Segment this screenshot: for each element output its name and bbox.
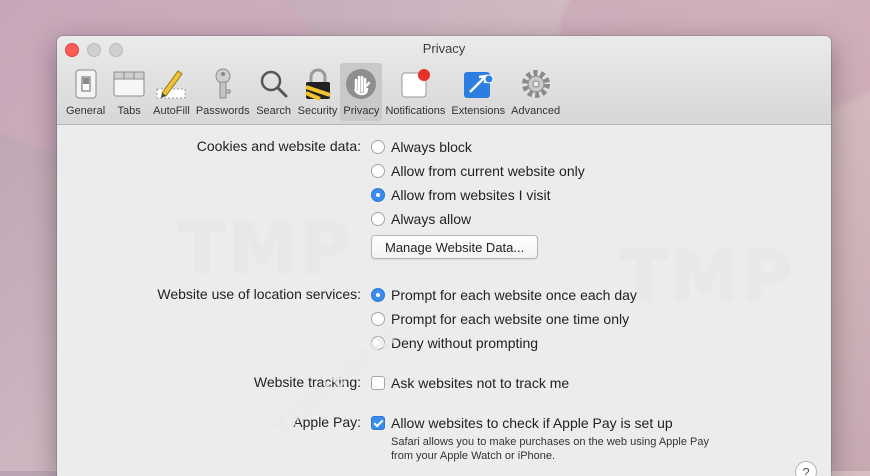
apple-pay-option[interactable]: Allow websites to check if Apple Pay is … — [371, 411, 731, 435]
location-label: Website use of location services: — [157, 286, 361, 302]
tabs-icon — [111, 66, 147, 102]
radio-always-allow[interactable] — [371, 212, 385, 226]
gear-icon — [518, 66, 554, 102]
tab-general[interactable]: General — [63, 63, 108, 121]
search-icon — [256, 66, 292, 102]
key-icon — [205, 66, 241, 102]
tracking-checkbox[interactable] — [371, 376, 385, 390]
apple-pay-note: Safari allows you to make purchases on t… — [391, 436, 709, 462]
general-switch-icon — [68, 66, 104, 102]
cookies-option-always-block[interactable]: Always block — [371, 135, 585, 159]
tracking-option[interactable]: Ask websites not to track me — [371, 371, 569, 395]
radio-always-block[interactable] — [371, 140, 385, 154]
title-bar: Privacy General Tabs AutoFill Passwords … — [57, 36, 831, 125]
cookies-options: Always block Allow from current website … — [371, 135, 585, 259]
radio-websites-i-visit[interactable] — [371, 188, 385, 202]
cookies-option-current-website[interactable]: Allow from current website only — [371, 159, 585, 183]
window-title: Privacy — [422, 41, 466, 56]
radio-one-time-only[interactable] — [371, 312, 385, 326]
radio-once-each-day[interactable] — [371, 288, 385, 302]
tracking-label: Website tracking: — [253, 374, 361, 390]
cookies-section: Cookies and website data: Always block A… — [57, 135, 831, 259]
apple-pay-section: Apple Pay: Allow websites to check if Ap… — [57, 411, 831, 463]
manage-website-data-button[interactable]: Manage Website Data... — [371, 235, 539, 259]
cookies-option-always-allow[interactable]: Always allow — [371, 207, 585, 231]
hand-icon — [343, 66, 379, 102]
tab-privacy[interactable]: Privacy — [340, 63, 383, 121]
tab-extensions[interactable]: Extensions — [448, 63, 508, 121]
help-button[interactable]: ? — [795, 461, 817, 476]
apple-pay-checkbox[interactable] — [371, 416, 385, 430]
cookies-option-websites-i-visit[interactable]: Allow from websites I visit — [371, 183, 585, 207]
privacy-pane: Cookies and website data: Always block A… — [57, 125, 831, 476]
notifications-icon — [397, 66, 433, 102]
preferences-toolbar: General Tabs AutoFill Passwords Search S… — [63, 63, 563, 121]
tab-search[interactable]: Search — [253, 63, 295, 121]
location-options: Prompt for each website once each day Pr… — [371, 283, 637, 355]
location-option-once-each-day[interactable]: Prompt for each website once each day — [371, 283, 637, 307]
location-option-deny[interactable]: Deny without prompting — [371, 331, 637, 355]
tab-tabs[interactable]: Tabs — [108, 63, 150, 121]
pencil-icon — [153, 66, 189, 102]
radio-deny[interactable] — [371, 336, 385, 350]
tab-passwords[interactable]: Passwords — [193, 63, 253, 121]
tab-notifications[interactable]: Notifications — [382, 63, 448, 121]
safari-preferences-window: Privacy General Tabs AutoFill Passwords … — [57, 36, 831, 476]
location-option-one-time-only[interactable]: Prompt for each website one time only — [371, 307, 637, 331]
lock-icon — [300, 66, 336, 102]
tracking-section: Website tracking: Ask websites not to tr… — [57, 371, 831, 395]
extensions-icon — [460, 66, 496, 102]
tab-autofill[interactable]: AutoFill — [150, 63, 193, 121]
radio-current-website[interactable] — [371, 164, 385, 178]
tab-advanced[interactable]: Advanced — [508, 63, 563, 121]
apple-pay-label: Apple Pay: — [293, 414, 361, 430]
cookies-label: Cookies and website data: — [196, 138, 361, 154]
location-section: Website use of location services: Prompt… — [57, 283, 831, 355]
tab-security[interactable]: Security — [295, 63, 341, 121]
